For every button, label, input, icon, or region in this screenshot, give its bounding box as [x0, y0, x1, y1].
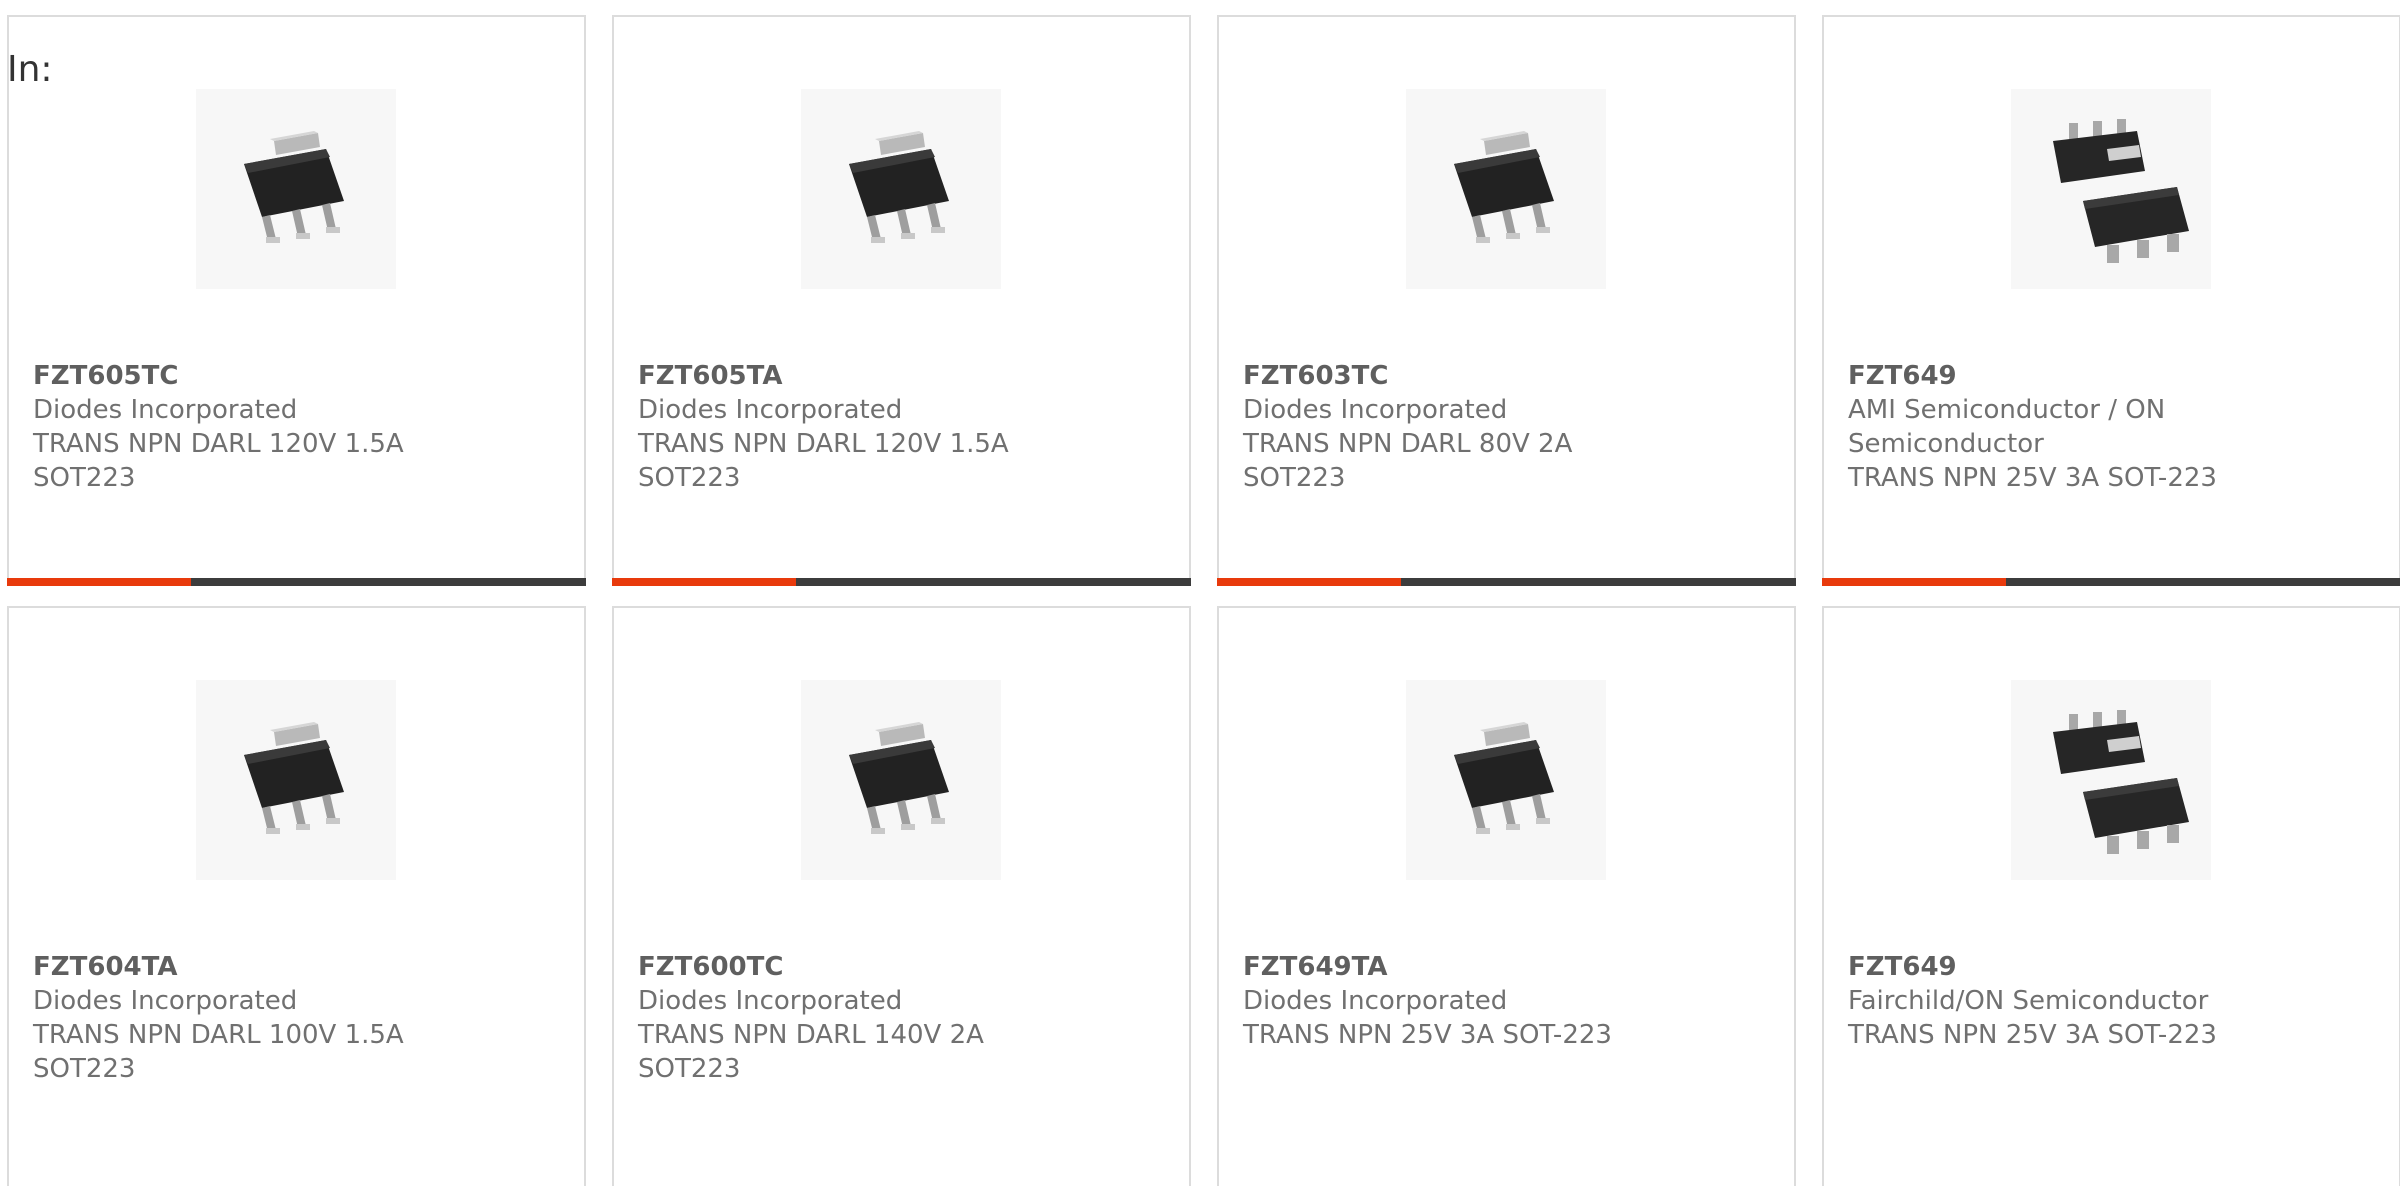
description: TRANS NPN 25V 3A SOT-223 — [1848, 1020, 2217, 1050]
description: TRANS NPN DARL 140V 2A — [638, 1020, 984, 1050]
sot223-single-icon[interactable] — [801, 680, 1001, 880]
part-number[interactable]: FZT649 — [1848, 359, 2248, 393]
package: SOT223 — [33, 1054, 136, 1084]
manufacturer: Fairchild/ON Semiconductor — [1848, 986, 2209, 1016]
product-info: FZT649 AMI Semiconductor / ON Semiconduc… — [1848, 359, 2248, 495]
sot223-single-icon[interactable] — [801, 89, 1001, 289]
manufacturer: Diodes Incorporated — [33, 986, 298, 1016]
sot223-pair-icon[interactable] — [2011, 89, 2211, 289]
package: SOT223 — [638, 463, 741, 493]
part-number[interactable]: FZT605TC — [33, 359, 433, 393]
manufacturer: Diodes Incorporated — [1243, 986, 1508, 1016]
part-number[interactable]: FZT605TA — [638, 359, 1038, 393]
part-number[interactable]: FZT600TC — [638, 950, 1038, 984]
description: TRANS NPN DARL 80V 2A — [1243, 429, 1573, 459]
product-card[interactable]: FZT605TC Diodes Incorporated TRANS NPN D… — [7, 15, 586, 586]
card-accent-fill — [7, 578, 191, 586]
manufacturer: Diodes Incorporated — [638, 986, 903, 1016]
product-card[interactable]: FZT649TA Diodes Incorporated TRANS NPN 2… — [1217, 606, 1796, 1186]
description: TRANS NPN 25V 3A SOT-223 — [1848, 463, 2217, 493]
card-accent-bar — [1822, 578, 2400, 586]
package: SOT223 — [33, 463, 136, 493]
product-card[interactable]: FZT649 AMI Semiconductor / ON Semiconduc… — [1822, 15, 2400, 586]
product-info: FZT649 Fairchild/ON Semiconductor TRANS … — [1848, 950, 2248, 1052]
manufacturer: Diodes Incorporated — [1243, 395, 1508, 425]
product-info: FZT603TC Diodes Incorporated TRANS NPN D… — [1243, 359, 1643, 495]
product-card[interactable]: FZT600TC Diodes Incorporated TRANS NPN D… — [612, 606, 1191, 1186]
package: SOT223 — [1243, 463, 1346, 493]
product-info: FZT600TC Diodes Incorporated TRANS NPN D… — [638, 950, 1038, 1086]
description: TRANS NPN DARL 100V 1.5A — [33, 1020, 404, 1050]
sot223-single-icon[interactable] — [196, 89, 396, 289]
manufacturer: Diodes Incorporated — [33, 395, 298, 425]
card-accent-bar — [1217, 578, 1796, 586]
description: TRANS NPN DARL 120V 1.5A — [33, 429, 404, 459]
card-accent-fill — [1217, 578, 1401, 586]
card-accent-bar — [7, 578, 586, 586]
manufacturer: AMI Semiconductor / ON Semiconductor — [1848, 395, 2166, 459]
product-card[interactable]: FZT605TA Diodes Incorporated TRANS NPN D… — [612, 15, 1191, 586]
product-info: FZT605TC Diodes Incorporated TRANS NPN D… — [33, 359, 433, 495]
package: SOT223 — [638, 1054, 741, 1084]
description: TRANS NPN 25V 3A SOT-223 — [1243, 1020, 1612, 1050]
in-label: In: — [7, 49, 53, 90]
sot223-single-icon[interactable] — [196, 680, 396, 880]
product-grid: FZT605TC Diodes Incorporated TRANS NPN D… — [7, 15, 2400, 1186]
product-card[interactable]: FZT603TC Diodes Incorporated TRANS NPN D… — [1217, 15, 1796, 586]
card-accent-bar — [612, 578, 1191, 586]
description: TRANS NPN DARL 120V 1.5A — [638, 429, 1009, 459]
card-accent-fill — [612, 578, 796, 586]
product-info: FZT649TA Diodes Incorporated TRANS NPN 2… — [1243, 950, 1643, 1052]
part-number[interactable]: FZT649 — [1848, 950, 2248, 984]
sot223-single-icon[interactable] — [1406, 89, 1606, 289]
part-number[interactable]: FZT603TC — [1243, 359, 1643, 393]
part-number[interactable]: FZT604TA — [33, 950, 433, 984]
sot223-single-icon[interactable] — [1406, 680, 1606, 880]
card-accent-fill — [1822, 578, 2006, 586]
product-card[interactable]: FZT604TA Diodes Incorporated TRANS NPN D… — [7, 606, 586, 1186]
product-info: FZT605TA Diodes Incorporated TRANS NPN D… — [638, 359, 1038, 495]
product-card[interactable]: FZT649 Fairchild/ON Semiconductor TRANS … — [1822, 606, 2400, 1186]
product-info: FZT604TA Diodes Incorporated TRANS NPN D… — [33, 950, 433, 1086]
manufacturer: Diodes Incorporated — [638, 395, 903, 425]
sot223-pair-icon[interactable] — [2011, 680, 2211, 880]
part-number[interactable]: FZT649TA — [1243, 950, 1643, 984]
